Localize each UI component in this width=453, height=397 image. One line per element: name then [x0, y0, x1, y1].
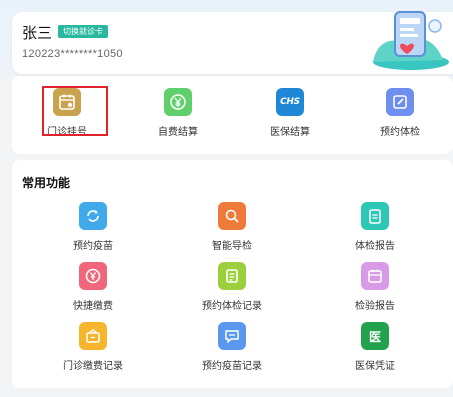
checklist-icon	[218, 262, 246, 290]
function-label: 检验报告	[355, 301, 395, 312]
function-label: 预约体检记录	[202, 301, 262, 312]
medical-insurance-glyph: 医	[368, 329, 381, 344]
function-label: 预约疫苗记录	[202, 361, 262, 372]
function-lab-report[interactable]: 检验报告	[335, 262, 415, 312]
quick-action-insurance-settlement[interactable]: CHS 医保结算	[252, 88, 328, 138]
function-book-vaccine[interactable]: 预约疫苗	[53, 202, 133, 252]
function-checkup-report[interactable]: 体检报告	[335, 202, 415, 252]
guide-icon	[218, 202, 246, 230]
function-label: 快捷缴费	[73, 301, 113, 312]
medical-insurance-icon: 医	[361, 322, 389, 350]
health-card-illustration	[373, 11, 449, 70]
calendar-icon	[53, 88, 81, 116]
function-label: 预约疫苗	[73, 241, 113, 252]
common-functions-panel: 常用功能 预约疫苗 智能导检 体检报告 快捷缴费 预约体检记录 检验报告 门诊缴…	[12, 160, 453, 388]
vaccine-icon	[79, 202, 107, 230]
function-insurance-certificate[interactable]: 医 医保凭证	[335, 322, 415, 372]
quick-action-label: 自费结算	[158, 127, 198, 138]
function-label: 门诊缴费记录	[63, 361, 123, 372]
chs-logo-text: CHS	[280, 97, 300, 107]
card-number: 120223********1050	[22, 48, 123, 60]
function-label: 体检报告	[355, 241, 395, 252]
quick-action-label: 门诊挂号	[47, 127, 87, 138]
quick-action-outpatient-registration[interactable]: 门诊挂号	[31, 88, 103, 138]
function-quick-pay[interactable]: 快捷缴费	[53, 262, 133, 312]
function-checkup-booking-records[interactable]: 预约体检记录	[192, 262, 272, 312]
quick-action-book-checkup[interactable]: 预约体检	[362, 88, 438, 138]
chat-record-icon	[218, 322, 246, 350]
function-smart-guide[interactable]: 智能导检	[192, 202, 272, 252]
function-outpatient-payment-records[interactable]: 门诊缴费记录	[53, 322, 133, 372]
section-title: 常用功能	[22, 176, 71, 190]
yen-icon	[79, 262, 107, 290]
quick-action-self-pay[interactable]: 自费结算	[140, 88, 216, 138]
calendar-report-icon	[361, 262, 389, 290]
clipboard-icon	[361, 202, 389, 230]
yen-coin-icon	[164, 88, 192, 116]
edit-icon	[386, 88, 414, 116]
wallet-icon	[79, 322, 107, 350]
quick-action-label: 医保结算	[270, 127, 310, 138]
function-label: 医保凭证	[355, 361, 395, 372]
switch-card-button[interactable]: 切换就诊卡	[58, 25, 108, 38]
quick-action-label: 预约体检	[380, 127, 420, 138]
function-vaccine-booking-records[interactable]: 预约疫苗记录	[192, 322, 272, 372]
function-label: 智能导检	[212, 241, 252, 252]
chs-logo-icon: CHS	[276, 88, 304, 116]
quick-actions-panel: 门诊挂号 自费结算 CHS 医保结算 预约体检	[12, 76, 453, 154]
user-name: 张三	[22, 25, 53, 42]
